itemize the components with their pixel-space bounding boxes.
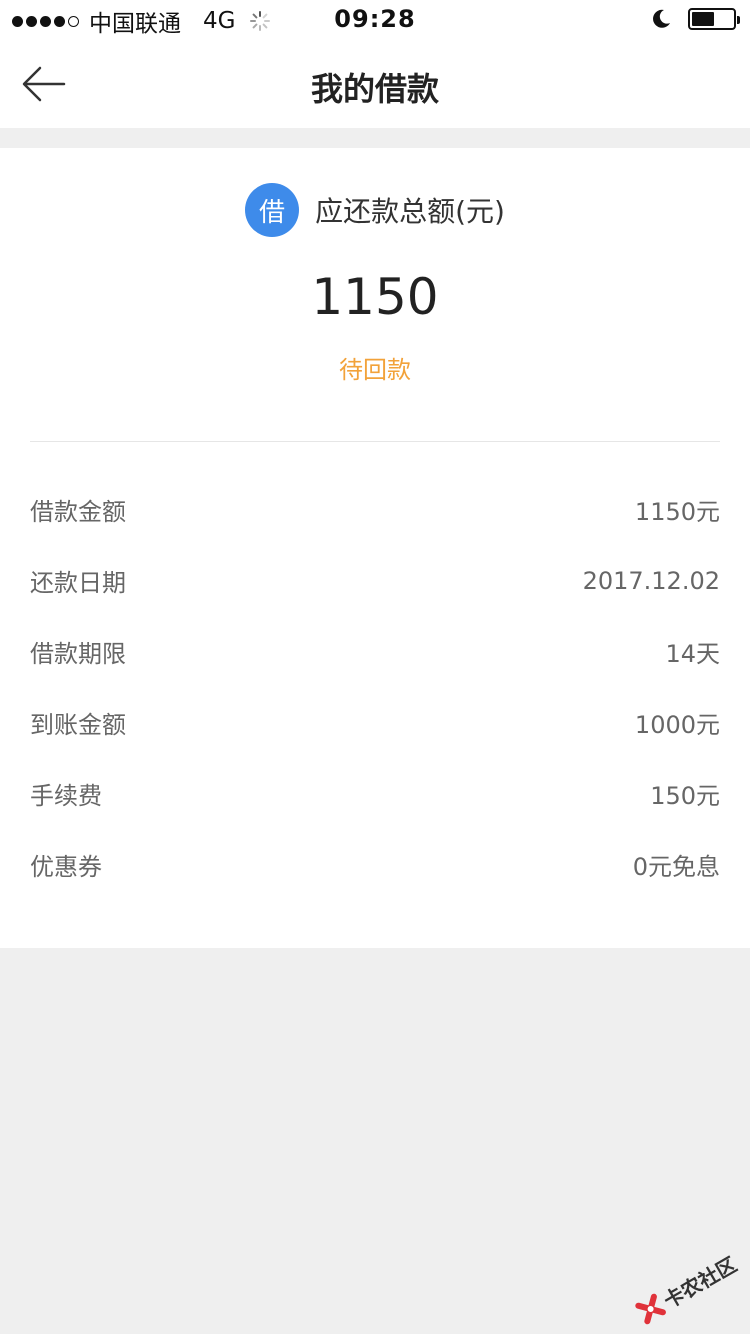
loan-badge-icon: 借	[245, 183, 300, 237]
loan-card: 借 应还款总额(元) 1150 待回款 借款金额 1150元 还款日期 2017…	[0, 148, 750, 948]
battery-level	[692, 12, 714, 26]
detail-label: 手续费	[30, 782, 102, 810]
detail-row-received-amount: 到账金额 1000元	[30, 687, 720, 758]
detail-row-fee: 手续费 150元	[30, 758, 720, 829]
detail-label: 借款金额	[30, 498, 126, 526]
battery-icon	[688, 8, 740, 30]
detail-value: 14天	[665, 640, 720, 668]
detail-row-repay-date: 还款日期 2017.12.02	[30, 545, 720, 616]
detail-value: 1150元	[634, 498, 720, 526]
status-right	[650, 8, 740, 30]
detail-value: 0元免息	[632, 853, 720, 881]
detail-value: 1000元	[634, 711, 720, 739]
page-title: 我的借款	[310, 70, 439, 108]
detail-row-loan-term: 借款期限 14天	[30, 616, 720, 687]
status-bar: 中国联通 4G 09:28	[0, 0, 750, 40]
loan-status: 待回款	[339, 356, 411, 384]
total-header: 借 应还款总额(元)	[0, 182, 750, 238]
detail-label: 优惠券	[30, 853, 102, 881]
detail-label: 还款日期	[30, 569, 126, 597]
do-not-disturb-moon-icon	[653, 9, 670, 28]
divider	[30, 441, 720, 442]
watermark-text: 卡农社区	[659, 1251, 741, 1313]
total-amount: 1150	[311, 268, 439, 326]
detail-label: 借款期限	[30, 640, 126, 668]
detail-row-loan-amount: 借款金额 1150元	[30, 474, 720, 545]
status-time: 09:28	[334, 5, 416, 33]
detail-label: 到账金额	[30, 711, 126, 739]
detail-value: 2017.12.02	[582, 566, 720, 595]
detail-row-coupon: 优惠券 0元免息	[30, 829, 720, 900]
total-label: 应还款总额(元)	[315, 195, 505, 228]
navigation-bar: 我的借款	[0, 40, 750, 128]
detail-value: 150元	[650, 782, 720, 810]
loan-details-list: 借款金额 1150元 还款日期 2017.12.02 借款期限 14天 到账金额…	[30, 474, 720, 900]
watermark: 卡农社区	[624, 1235, 749, 1334]
